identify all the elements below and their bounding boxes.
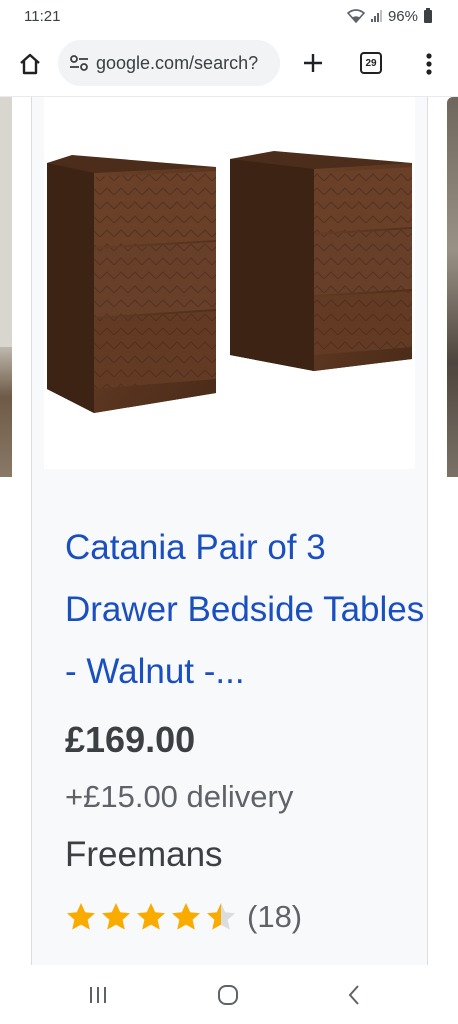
star-full-icon	[137, 903, 165, 930]
product-title[interactable]: Catania Pair of 3 Drawer Bedside Tables …	[65, 517, 425, 703]
delivery-cost: +£15.00 delivery	[65, 779, 294, 814]
home-icon[interactable]	[16, 50, 44, 78]
browser-toolbar: google.com/search? 29	[0, 36, 458, 92]
star-rating	[65, 901, 237, 933]
back-icon[interactable]	[346, 983, 362, 1007]
system-nav-bar	[0, 965, 458, 1024]
plus-icon[interactable]	[298, 48, 328, 78]
tabs-icon[interactable]: 29	[360, 52, 382, 74]
status-icons: 96%	[346, 7, 432, 25]
battery-percent: 96%	[387, 7, 418, 25]
product-image[interactable]	[44, 97, 415, 469]
status-bar: 11:21 96%	[0, 0, 458, 32]
search-results[interactable]: Catania Pair of 3 Drawer Bedside Tables …	[0, 97, 458, 965]
previous-card-peek[interactable]	[0, 97, 12, 477]
review-count: (18)	[247, 899, 303, 934]
star-half-icon	[207, 903, 235, 930]
more-vert-icon[interactable]	[420, 50, 438, 78]
star-full-icon	[67, 903, 95, 930]
star-full-icon	[172, 903, 200, 930]
url-text[interactable]: google.com/search?	[96, 53, 258, 74]
battery-icon	[424, 7, 432, 23]
next-card-peek[interactable]	[447, 97, 458, 477]
url-bar[interactable]: google.com/search?	[58, 40, 280, 86]
signal-icon	[370, 10, 382, 22]
product-card[interactable]: Catania Pair of 3 Drawer Bedside Tables …	[31, 97, 428, 965]
merchant-name: Freemans	[65, 835, 223, 874]
rating-row: (18)	[65, 897, 302, 937]
status-time: 11:21	[24, 7, 61, 25]
star-full-icon	[102, 903, 130, 930]
wifi-icon	[346, 9, 365, 23]
home-circle-icon[interactable]	[217, 984, 239, 1006]
tune-icon[interactable]	[68, 52, 90, 74]
recents-icon[interactable]	[86, 985, 110, 1005]
tab-count: 29	[365, 57, 377, 69]
product-price: £169.00	[65, 719, 196, 760]
